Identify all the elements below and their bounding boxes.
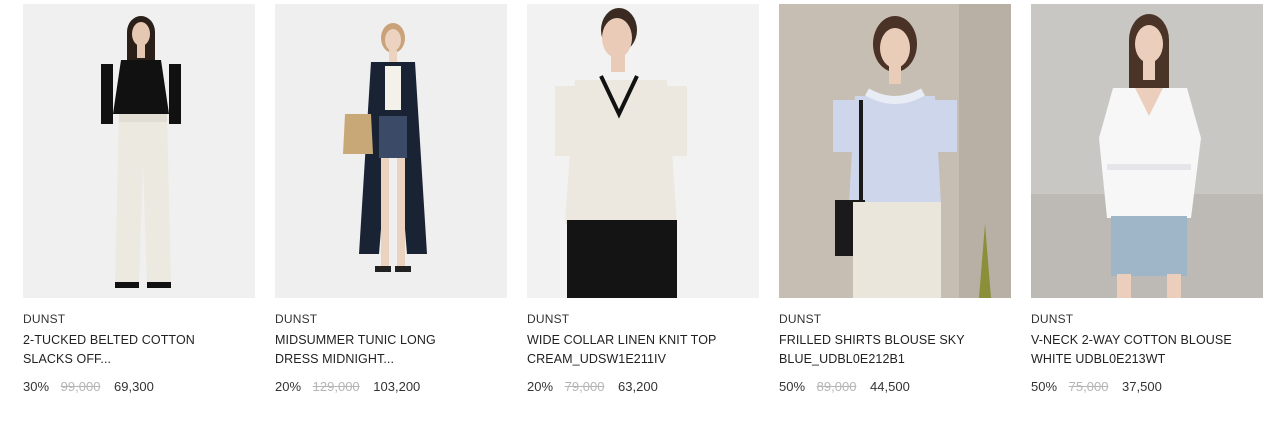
product-image[interactable] xyxy=(23,4,255,298)
sale-price: 69,300 xyxy=(114,379,154,394)
discount-rate: 20% xyxy=(275,379,302,394)
product-brand: DUNST xyxy=(779,312,822,326)
product-image[interactable] xyxy=(275,4,507,298)
discount-rate: 20% xyxy=(527,379,554,394)
product-name[interactable]: V-NECK 2-WAY COTTON BLOUSE WHITE UDBL0E2… xyxy=(1031,331,1251,369)
product-name-line1: WIDE COLLAR LINEN KNIT TOP xyxy=(527,333,717,347)
product-price: 50% 75,000 37,500 xyxy=(1031,379,1162,394)
discount-rate: 50% xyxy=(1031,379,1058,394)
product-card[interactable]: DUNST 2-TUCKED BELTED COTTON SLACKS OFF.… xyxy=(23,0,259,439)
product-name-line2: SLACKS OFF... xyxy=(23,352,112,366)
product-brand: DUNST xyxy=(1031,312,1074,326)
product-image[interactable] xyxy=(779,4,1011,298)
product-card[interactable]: DUNST FRILLED SHIRTS BLOUSE SKY BLUE_UDB… xyxy=(779,0,1015,439)
product-card[interactable]: DUNST WIDE COLLAR LINEN KNIT TOP CREAM_U… xyxy=(527,0,763,439)
product-price: 50% 89,000 44,500 xyxy=(779,379,910,394)
sale-price: 103,200 xyxy=(373,379,421,394)
discount-rate: 50% xyxy=(779,379,806,394)
product-name-line1: MIDSUMMER TUNIC LONG xyxy=(275,333,436,347)
product-price: 20% 129,000 103,200 xyxy=(275,379,420,394)
product-brand: DUNST xyxy=(23,312,66,326)
product-price: 30% 99,000 69,300 xyxy=(23,379,154,394)
sale-price: 63,200 xyxy=(618,379,658,394)
product-name[interactable]: MIDSUMMER TUNIC LONG DRESS MIDNIGHT... xyxy=(275,331,495,369)
original-price: 129,000 xyxy=(312,379,360,394)
original-price: 75,000 xyxy=(1068,379,1109,394)
sale-price: 44,500 xyxy=(870,379,910,394)
product-name-line2: CREAM_UDSW1E211IV xyxy=(527,352,667,366)
original-price: 99,000 xyxy=(60,379,101,394)
product-name[interactable]: FRILLED SHIRTS BLOUSE SKY BLUE_UDBL0E212… xyxy=(779,331,999,369)
product-name-line2: BLUE_UDBL0E212B1 xyxy=(779,352,905,366)
product-name-line1: FRILLED SHIRTS BLOUSE SKY xyxy=(779,333,965,347)
discount-rate: 30% xyxy=(23,379,50,394)
original-price: 89,000 xyxy=(816,379,857,394)
product-name-line1: V-NECK 2-WAY COTTON BLOUSE xyxy=(1031,333,1232,347)
product-brand: DUNST xyxy=(275,312,318,326)
product-price: 20% 79,000 63,200 xyxy=(527,379,658,394)
product-name-line2: WHITE UDBL0E213WT xyxy=(1031,352,1166,366)
product-name-line2: DRESS MIDNIGHT... xyxy=(275,352,395,366)
product-name[interactable]: 2-TUCKED BELTED COTTON SLACKS OFF... xyxy=(23,331,243,369)
product-brand: DUNST xyxy=(527,312,570,326)
original-price: 79,000 xyxy=(564,379,605,394)
product-image[interactable] xyxy=(527,4,759,298)
product-grid: DUNST 2-TUCKED BELTED COTTON SLACKS OFF.… xyxy=(0,0,1264,439)
product-card[interactable]: DUNST MIDSUMMER TUNIC LONG DRESS MIDNIGH… xyxy=(275,0,511,439)
sale-price: 37,500 xyxy=(1122,379,1162,394)
product-name[interactable]: WIDE COLLAR LINEN KNIT TOP CREAM_UDSW1E2… xyxy=(527,331,747,369)
product-image[interactable] xyxy=(1031,4,1263,298)
product-name-line1: 2-TUCKED BELTED COTTON xyxy=(23,333,195,347)
product-card[interactable]: DUNST V-NECK 2-WAY COTTON BLOUSE WHITE U… xyxy=(1031,0,1264,439)
